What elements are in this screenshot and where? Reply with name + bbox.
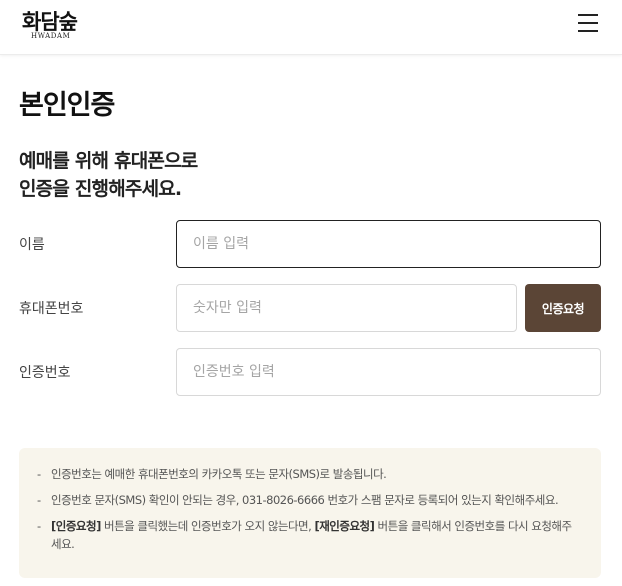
notice-item: - [인증요청] 버튼을 클릭했는데 인증번호가 오지 않는다면, [재인증요청… <box>37 517 581 553</box>
verification-code-label: 인증번호 <box>19 365 71 381</box>
notice-text: 버튼을 클릭했는데 인증번호가 오지 않는다면, <box>100 519 315 533</box>
page-subtitle: 예매를 위해 휴대폰으로 인증을 진행해주세요. <box>19 147 198 203</box>
notice-bullet: - <box>37 493 41 507</box>
request-verification-button[interactable]: 인증요청 <box>525 284 601 332</box>
notice-item: - 인증번호 문자(SMS) 확인이 안되는 경우, 031-8026-6666… <box>37 491 581 509</box>
phone-label: 휴대폰번호 <box>19 301 84 317</box>
verification-code-input[interactable] <box>176 348 601 396</box>
menu-bar <box>578 14 598 16</box>
phone-input[interactable] <box>176 284 517 332</box>
subtitle-line-1: 예매를 위해 휴대폰으로 <box>19 150 198 172</box>
subtitle-line-2: 인증을 진행해주세요. <box>19 178 182 200</box>
page-title: 본인인증 <box>19 90 115 121</box>
notice-box: - 인증번호는 예매한 휴대폰번호의 카카오톡 또는 문자(SMS)로 발송됩니… <box>19 448 601 578</box>
menu-bar <box>578 22 598 24</box>
notice-item: - 인증번호는 예매한 휴대폰번호의 카카오톡 또는 문자(SMS)로 발송됩니… <box>37 465 581 483</box>
notice-text: 인증번호 문자(SMS) 확인이 안되는 경우, 031-8026-6666 번… <box>51 493 559 507</box>
notice-bullet: - <box>37 519 41 533</box>
site-header: 화담숲 HWADAM <box>0 0 622 55</box>
logo-english-text: HWADAM <box>31 32 71 40</box>
notice-bold-reverify-request: [재인증요청] <box>314 519 375 533</box>
name-label: 이름 <box>19 237 45 253</box>
notice-bold-verify-request: [인증요청] <box>51 519 101 533</box>
notice-bullet: - <box>37 467 41 481</box>
notice-text: 인증번호는 예매한 휴대폰번호의 카카오톡 또는 문자(SMS)로 발송됩니다. <box>51 467 387 481</box>
menu-bar <box>578 30 598 32</box>
logo[interactable]: 화담숲 HWADAM <box>22 6 86 42</box>
name-input[interactable] <box>176 220 601 268</box>
hamburger-menu-icon[interactable] <box>576 12 600 34</box>
